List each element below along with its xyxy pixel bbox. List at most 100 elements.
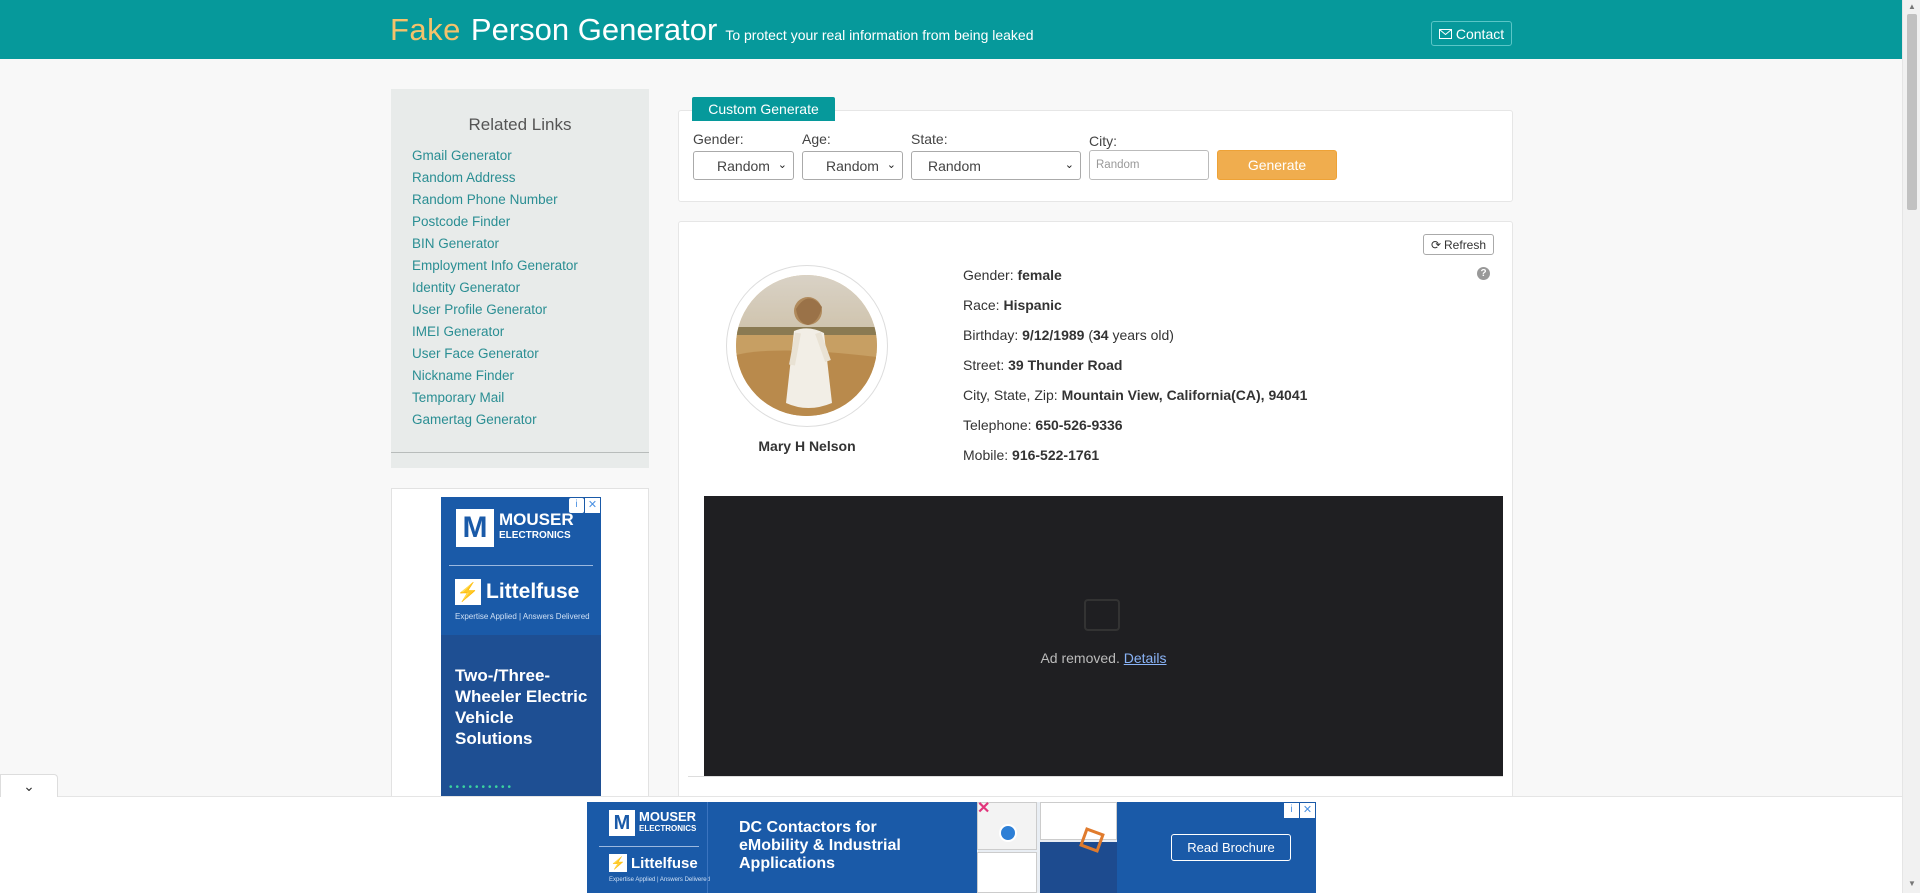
detail-label: Birthday: (963, 327, 1019, 343)
detail-value: 916-522-1761 (1012, 447, 1100, 463)
brand-fake: Fake (390, 12, 461, 47)
anchor-collapse-toggle[interactable]: ⌄ (0, 774, 58, 797)
person-name: Mary H Nelson (758, 438, 856, 454)
detail-label: Street: (963, 357, 1005, 373)
detail-birthday: Birthday: 9/12/1989 (34 years old) (963, 327, 1174, 343)
generate-button[interactable]: Generate (1217, 150, 1337, 180)
detail-telephone: Telephone: 650-526-9336 (963, 415, 1307, 445)
divider (391, 452, 649, 453)
sidebar-link[interactable]: Employment Info Generator (412, 255, 578, 277)
envelope-icon (1438, 28, 1452, 39)
read-brochure-button[interactable]: Read Brochure (1171, 834, 1291, 861)
brand-tagline: To protect your real information from be… (725, 27, 1034, 43)
mouser-logo: M MOUSER ELECTRONICS (456, 509, 574, 547)
vertical-scrollbar[interactable]: ▲ ▼ (1902, 0, 1920, 893)
littelfuse-logo: ⚡ Littelfuse (609, 854, 698, 872)
collage-tile (977, 852, 1037, 893)
bottom-ad-headline: DC Contactors for eMobility & Industrial… (739, 819, 901, 872)
mouser-logo: M MOUSER ELECTRONICS (609, 810, 696, 836)
ad-info-icon[interactable]: i (1284, 803, 1299, 818)
gender-select[interactable]: Random ⌄ (693, 151, 794, 180)
scrollbar-thumb[interactable] (1907, 14, 1917, 210)
mouser-sub: ELECTRONICS (499, 530, 571, 541)
age-select[interactable]: Random ⌄ (802, 151, 903, 180)
contact-button[interactable]: Contact (1431, 21, 1512, 46)
scroll-down-arrow-icon[interactable]: ▼ (1908, 879, 1916, 888)
detail-value: female (1017, 267, 1062, 283)
help-icon[interactable]: ? (1477, 267, 1490, 280)
sidebar-link[interactable]: Temporary Mail (412, 387, 578, 409)
related-links-panel: Related Links Gmail Generator Random Add… (391, 89, 649, 468)
state-select-value: Random (928, 157, 981, 174)
detail-age-suffix: years old) (1112, 327, 1174, 343)
sidebar-link[interactable]: User Face Generator (412, 343, 578, 365)
chevron-down-icon: ⌄ (886, 159, 896, 171)
littelfuse-icon: ⚡ (455, 579, 481, 605)
state-select[interactable]: Random ⌄ (911, 151, 1081, 180)
ad-removed-notice: Ad removed. Details (704, 650, 1503, 666)
play-icon (999, 824, 1017, 842)
collage-tile (1040, 802, 1117, 840)
age-label: Age: (802, 131, 831, 147)
detail-value: 39 Thunder Road (1008, 357, 1123, 373)
sidebar-link[interactable]: Nickname Finder (412, 365, 578, 387)
chevron-down-icon: ⌄ (777, 159, 787, 171)
sidebar-ad[interactable]: i ✕ M MOUSER ELECTRONICS ⚡ Littelfuse Exp… (441, 497, 601, 797)
littelfuse-tagline: Expertise Applied | Answers Delivered (455, 612, 590, 621)
sidebar-link[interactable]: User Profile Generator (412, 299, 578, 321)
removed-ad-block: Ad removed. Details (704, 496, 1503, 776)
refresh-button[interactable]: ⟳ Refresh (1423, 234, 1494, 255)
littelfuse-brand: Littelfuse (486, 580, 580, 603)
sidebar-link[interactable]: Random Address (412, 167, 578, 189)
sidebar-link[interactable]: BIN Generator (412, 233, 578, 255)
divider (688, 776, 1503, 777)
collage-tile (1040, 842, 1117, 893)
age-select-value: Random (826, 157, 879, 174)
sidebar-link[interactable]: IMEI Generator (412, 321, 578, 343)
contact-label: Contact (1455, 25, 1505, 42)
chevron-down-icon: ⌄ (1064, 159, 1074, 171)
ad-placeholder-icon (1084, 599, 1120, 631)
avatar-photo (736, 275, 877, 416)
related-links-title: Related Links (468, 115, 572, 134)
state-label: State: (911, 131, 948, 147)
sidebar-link[interactable]: Gmail Generator (412, 145, 578, 167)
detail-mobile: Mobile: 916-522-1761 (963, 445, 1307, 475)
chevron-down-icon: ⌄ (23, 778, 35, 794)
mouser-brand: MOUSER (639, 809, 697, 824)
littelfuse-logo: ⚡ Littelfuse (455, 579, 579, 605)
ad-close-icon[interactable]: ✕ (585, 498, 600, 513)
top-navbar: Fake Person Generator To protect your re… (0, 0, 1902, 59)
decorative-dots: •••••••••• (449, 782, 515, 793)
gender-label: Gender: (693, 131, 744, 147)
mouser-brand: MOUSER (499, 510, 574, 529)
detail-label: Telephone: (963, 417, 1032, 433)
sidebar-link[interactable]: Random Phone Number (412, 189, 578, 211)
littelfuse-tagline: Expertise Applied | Answers Delivered (609, 877, 710, 883)
detail-label: City, State, Zip: (963, 387, 1058, 403)
sidebar-ad-headline: Two-/Three-Wheeler Electric Vehicle Solu… (455, 666, 588, 748)
detail-value: 650-526-9336 (1035, 417, 1123, 433)
sidebar-link[interactable]: Identity Generator (412, 277, 578, 299)
custom-generate-tab[interactable]: Custom Generate (692, 97, 835, 121)
detail-gender: Gender: female (963, 265, 1307, 295)
person-details: Gender: female Race: Hispanic Birthday: … (963, 265, 1307, 475)
x-mark-icon: ✕ (977, 802, 991, 817)
city-input[interactable]: Random (1089, 150, 1209, 180)
divider (707, 802, 708, 893)
detail-street: Street: 39 Thunder Road (963, 355, 1307, 385)
ad-close-icon[interactable]: ✕ (1300, 803, 1315, 818)
bottom-banner-ad[interactable]: M MOUSER ELECTRONICS ⚡ Littelfuse Experti… (587, 802, 1316, 893)
sidebar-link[interactable]: Gamertag Generator (412, 409, 578, 431)
detail-race: Race: Hispanic (963, 295, 1307, 325)
detail-city: City, State, Zip: Mountain View, Califor… (963, 385, 1307, 415)
avatar (736, 275, 877, 416)
detail-label: Gender: (963, 267, 1014, 283)
scroll-up-arrow-icon[interactable]: ▲ (1908, 2, 1916, 11)
mouser-sub: ELECTRONICS (639, 824, 697, 833)
sidebar-link[interactable]: Postcode Finder (412, 211, 578, 233)
ad-details-link[interactable]: Details (1124, 650, 1167, 666)
site-logo[interactable]: Fake Person Generator To protect your re… (390, 12, 1034, 48)
littelfuse-brand: Littelfuse (631, 854, 698, 872)
divider (449, 565, 593, 566)
